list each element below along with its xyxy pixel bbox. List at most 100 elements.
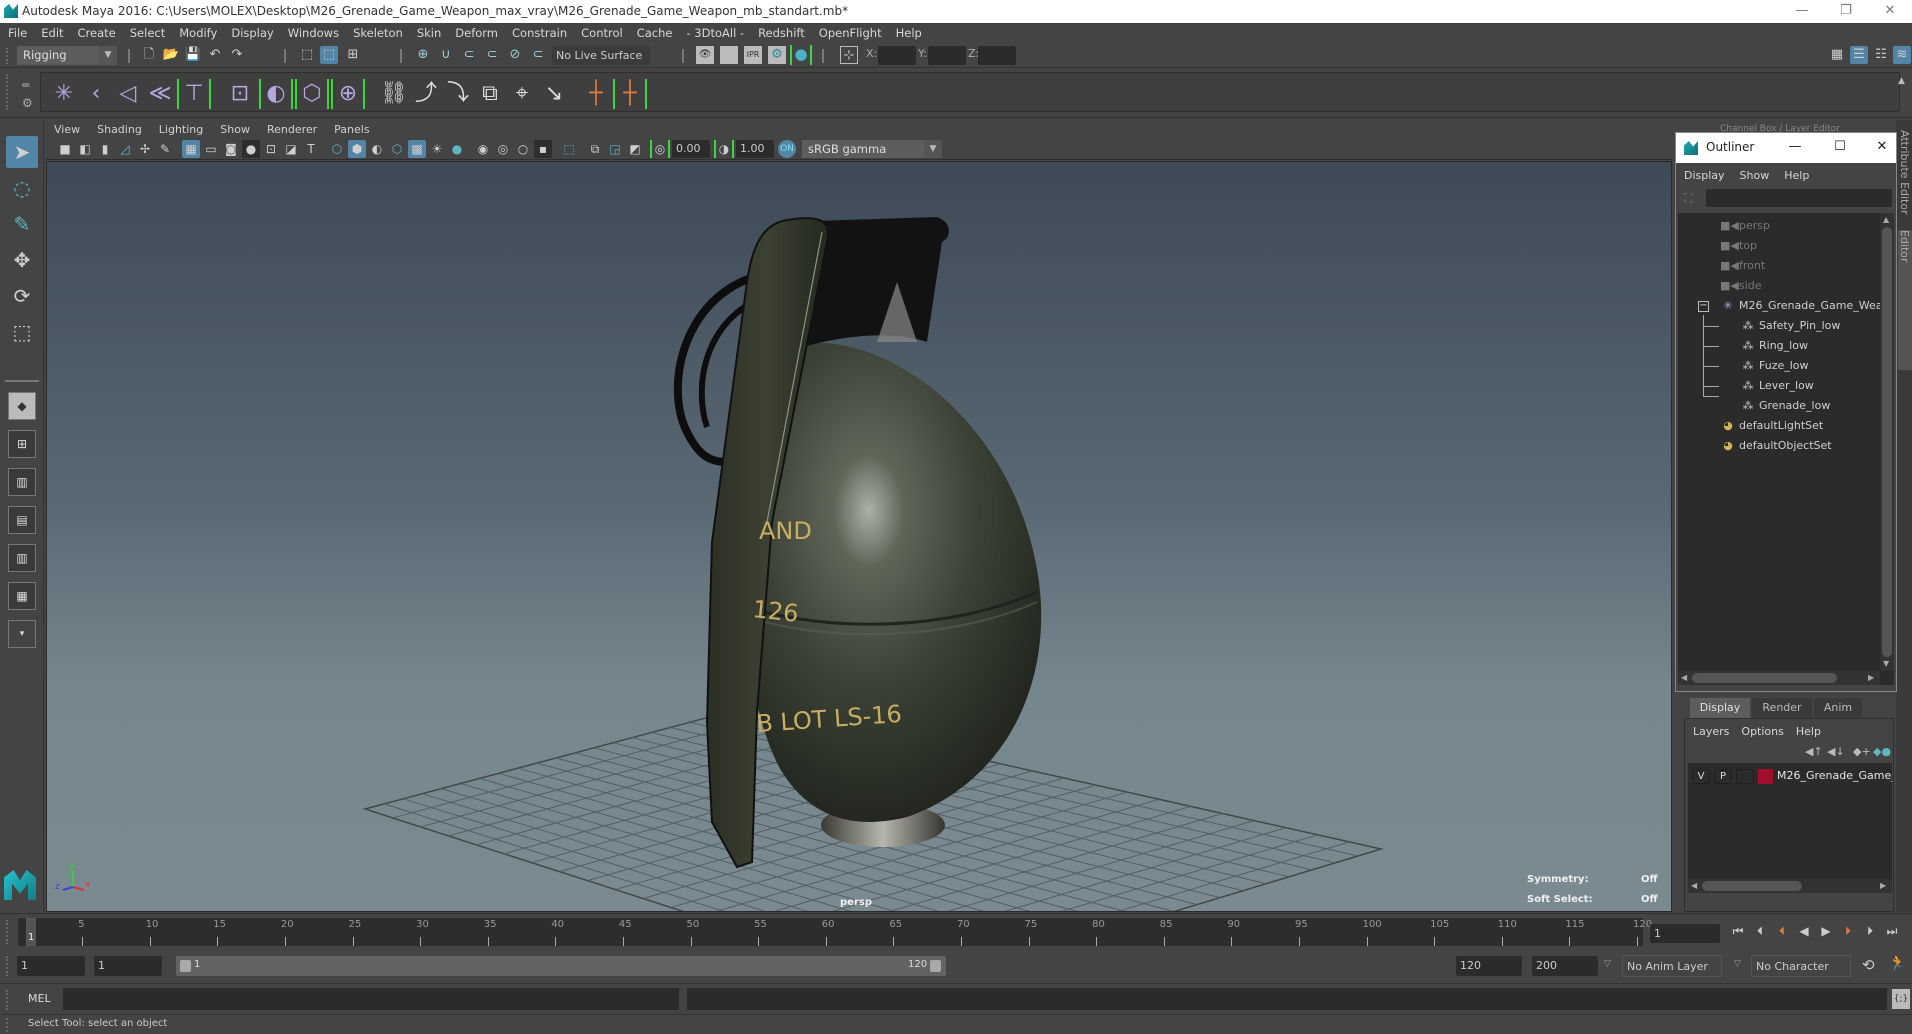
outliner-horizontal-scrollbar[interactable]: ◀ ▶: [1678, 671, 1880, 685]
select-tool-icon[interactable]: ➤: [6, 136, 38, 168]
rotate-tool-icon[interactable]: ⟳: [6, 280, 38, 312]
range-slider[interactable]: 1 120: [176, 956, 946, 976]
grease-pencil-icon[interactable]: ✎: [156, 140, 174, 158]
layer-menu-layers[interactable]: Layers: [1693, 725, 1729, 738]
panel-menu-renderer[interactable]: Renderer: [267, 123, 317, 136]
anim-layer-menu-icon[interactable]: ▽: [1604, 959, 1611, 969]
attribute-editor-tab[interactable]: Attribute Editor: [1898, 130, 1911, 215]
render-view-icon[interactable]: 👁: [696, 46, 714, 64]
outliner-search-input[interactable]: [1706, 189, 1892, 207]
shelf-scroll-up-icon[interactable]: ▲: [1898, 76, 1905, 86]
ik-handle-icon[interactable]: ‹: [81, 79, 111, 109]
move-layer-up-icon[interactable]: ◀↑: [1805, 745, 1823, 758]
input-mode-icon[interactable]: ⊹: [840, 46, 858, 64]
scroll-up-icon[interactable]: ▲: [1883, 215, 1889, 224]
layer-tab-display[interactable]: Display: [1690, 698, 1750, 718]
character-set-menu-icon[interactable]: ▽: [1734, 959, 1741, 969]
go-to-end-icon[interactable]: ⏭: [1884, 923, 1900, 939]
menu-redshift[interactable]: Redshift: [758, 26, 805, 40]
time-slider-track[interactable]: 1 5 10 15 20 25 30 35 40 45 50 55 60 65 70 75 80 85 90 95 1…: [18, 918, 1652, 946]
panel-menu-panels[interactable]: Panels: [334, 123, 369, 136]
xray-joints-icon[interactable]: ◲: [606, 140, 624, 158]
y-field[interactable]: [928, 46, 966, 65]
outliner-menu-display[interactable]: Display: [1684, 169, 1725, 182]
menu-3dtoall[interactable]: - 3DtoAll -: [686, 26, 744, 40]
step-forward-frame-icon[interactable]: ⏵: [1862, 923, 1878, 939]
snap-surface-icon[interactable]: ⊘: [506, 46, 524, 64]
menu-deform[interactable]: Deform: [455, 26, 498, 40]
script-editor-icon[interactable]: {;}: [1892, 989, 1910, 1009]
scroll-right-icon[interactable]: ▶: [1868, 673, 1874, 682]
modeling-toolkit-icon[interactable]: ▦: [1828, 46, 1846, 64]
gate-mask-icon[interactable]: ●: [242, 140, 260, 158]
shelf-tabs-icon[interactable]: ═: [22, 78, 29, 92]
smooth-shade-icon[interactable]: ⬢: [348, 140, 366, 158]
new-layer-icon[interactable]: ◆+: [1853, 745, 1871, 758]
move-layer-down-icon[interactable]: ◀↓: [1827, 745, 1845, 758]
single-perspective-layout-icon[interactable]: ◆: [8, 392, 36, 420]
play-forwards-icon[interactable]: ▶: [1818, 923, 1834, 939]
persp-graph-layout-icon[interactable]: ▤: [8, 506, 36, 534]
use-default-material-icon[interactable]: ◐: [368, 140, 386, 158]
play-backwards-icon[interactable]: ◀: [1796, 923, 1812, 939]
toolbar-grip[interactable]: [6, 48, 10, 64]
cluster-icon[interactable]: ⊕: [331, 79, 365, 109]
menu-cache[interactable]: Cache: [637, 26, 673, 40]
menu-select[interactable]: Select: [130, 26, 165, 40]
new-layer-from-selected-icon[interactable]: ◆●: [1873, 745, 1891, 758]
bookmark-icon[interactable]: ▮: [96, 140, 114, 158]
render-settings-icon[interactable]: ⚙: [768, 46, 786, 64]
menu-display[interactable]: Display: [231, 26, 273, 40]
humanik-icon[interactable]: ⊤: [177, 79, 211, 109]
select-camera-icon[interactable]: ■: [56, 140, 74, 158]
field-chart-icon[interactable]: ⊡: [262, 140, 280, 158]
range-start-handle[interactable]: [180, 960, 191, 972]
outliner-item-front[interactable]: ■◀front: [1720, 257, 1765, 275]
point-constraint-icon[interactable]: ⤴: [411, 79, 441, 109]
close-button[interactable]: ✕: [1868, 0, 1912, 23]
step-back-key-icon[interactable]: ⏴: [1774, 923, 1790, 939]
range-end-handle[interactable]: [930, 960, 941, 972]
anim-layer-field[interactable]: No Anim Layer: [1622, 955, 1722, 977]
playback-end-field[interactable]: 120: [1456, 956, 1522, 976]
layer-color-swatch[interactable]: [1758, 769, 1773, 784]
menuset-dropdown[interactable]: Rigging ▼: [17, 46, 117, 65]
persp-outliner-layout-icon[interactable]: ▥: [8, 468, 36, 496]
outliner-minimize-button[interactable]: —: [1786, 138, 1804, 156]
outliner-item-ring[interactable]: ⁂ Ring_low: [1740, 337, 1808, 355]
go-to-start-icon[interactable]: ⏮: [1730, 923, 1746, 939]
menu-skeleton[interactable]: Skeleton: [353, 26, 403, 40]
menu-constrain[interactable]: Constrain: [512, 26, 567, 40]
panel-menu-view[interactable]: View: [54, 123, 80, 136]
anti-aliasing-icon[interactable]: ○: [514, 140, 532, 158]
lattice-icon[interactable]: ⬡: [295, 79, 329, 109]
scroll-right-icon[interactable]: ▶: [1880, 881, 1886, 890]
hypershade-layout-icon[interactable]: ▥: [8, 544, 36, 572]
step-back-frame-icon[interactable]: ⏴: [1752, 923, 1768, 939]
screen-space-ao-icon[interactable]: ◉: [474, 140, 492, 158]
color-space-dropdown[interactable]: sRGB gamma ▼: [802, 140, 942, 158]
resolution-gate-icon[interactable]: ◙: [222, 140, 240, 158]
menu-create[interactable]: Create: [78, 26, 116, 40]
snap-view-icon[interactable]: ⊂: [483, 46, 501, 64]
open-scene-icon[interactable]: 📂: [162, 46, 180, 64]
scale-constraint-icon[interactable]: ⧉: [475, 79, 505, 109]
scrollbar-thumb[interactable]: [1692, 673, 1837, 683]
panel-menu-shading[interactable]: Shading: [97, 123, 142, 136]
lasso-tool-icon[interactable]: ◌: [6, 172, 38, 204]
persp-graph-hypergraph-layout-icon[interactable]: ▦: [8, 582, 36, 610]
z-field[interactable]: [978, 46, 1016, 65]
xray-components-icon[interactable]: ◩: [626, 140, 644, 158]
color-management-toggle-icon[interactable]: ON: [778, 140, 796, 158]
isolate-select-icon[interactable]: ⬚: [560, 140, 578, 158]
outliner-menu-show[interactable]: Show: [1740, 169, 1770, 182]
outliner-item-persp[interactable]: ■◀persp: [1720, 217, 1770, 235]
outliner-item-fuze[interactable]: ⁂ Fuze_low: [1740, 357, 1809, 375]
layer-type-toggle[interactable]: [1736, 769, 1754, 784]
panel-menu-show[interactable]: Show: [220, 123, 250, 136]
script-language-toggle[interactable]: MEL: [28, 992, 51, 1005]
gamma-icon[interactable]: ◑: [714, 140, 734, 158]
collapse-toggle-icon[interactable]: −: [1698, 301, 1709, 312]
select-component-icon[interactable]: ⊞: [344, 46, 362, 64]
scrollbar-thumb[interactable]: [1702, 881, 1802, 891]
